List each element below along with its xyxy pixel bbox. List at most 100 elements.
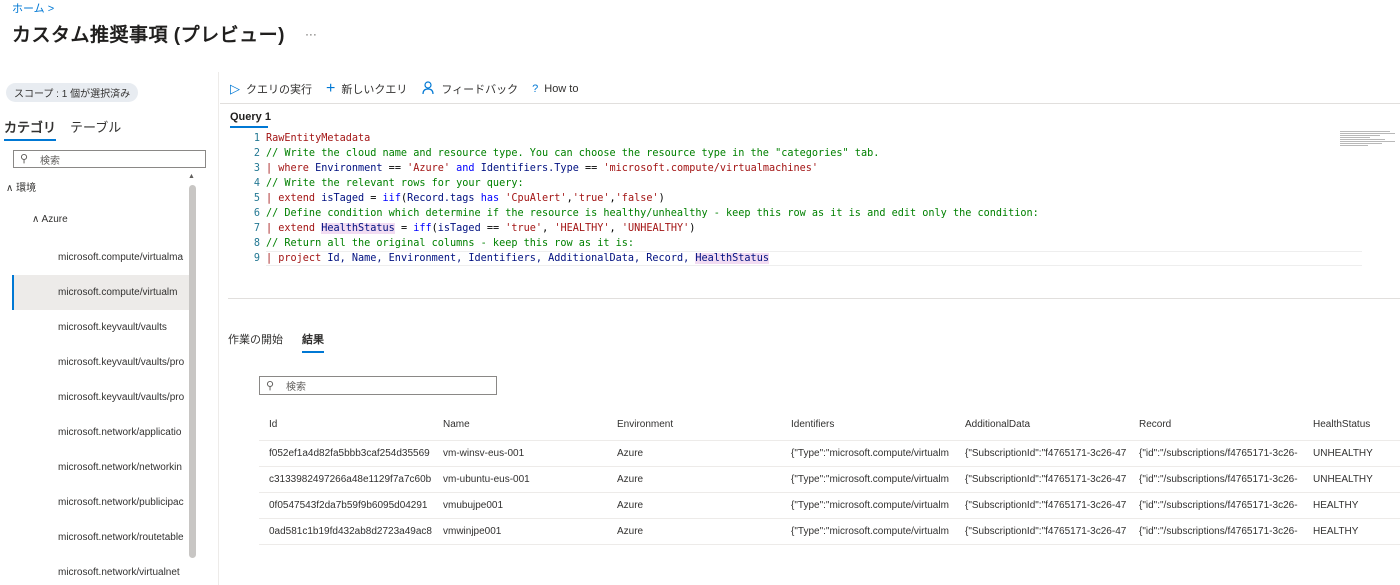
page-title: カスタム推奨事項 (プレビュー)	[12, 25, 285, 46]
column-header-environment[interactable]: Environment	[607, 410, 781, 440]
tab-categories[interactable]: カテゴリ	[4, 117, 57, 141]
code-line[interactable]: 3 | where Environment == 'Azure' and Iden…	[228, 161, 818, 176]
tree-item-resource-type[interactable]: microsoft.compute/virtualm	[12, 275, 189, 310]
tab-query-1[interactable]: Query 1	[230, 111, 271, 123]
new-query-label: 新しいクエリ	[341, 84, 408, 96]
cell-healthstatus: HEALTHY	[1303, 518, 1400, 545]
line-number: 8	[253, 238, 260, 249]
table-row[interactable]: 0f0547543f2da7b59f9b6095d04291 vmubujpe00…	[259, 492, 1400, 519]
code-line[interactable]: 7 | extend HealthStatus = iff(isTaged == …	[228, 221, 695, 236]
code-token: =	[364, 193, 383, 204]
cell-identifiers: {"Type":"microsoft.compute/virtualm	[781, 439, 955, 467]
scrollbar-thumb[interactable]	[189, 185, 196, 558]
tree-node-environment[interactable]: ∧ 環境	[6, 179, 36, 194]
search-placeholder: 検索	[286, 382, 306, 393]
scroll-up-icon[interactable]: ▲	[188, 173, 195, 180]
howto-label: How to	[544, 83, 579, 95]
cell-healthstatus: UNHEALTHY	[1303, 466, 1400, 493]
editor-divider[interactable]	[228, 298, 1400, 299]
code-token: Identifiers.Type	[480, 163, 579, 174]
panel-divider[interactable]	[218, 72, 219, 585]
tab-getting-started[interactable]: 作業の開始	[228, 331, 283, 353]
cell-name: vmubujpe001	[433, 492, 607, 519]
new-query-button[interactable]: + 新しいクエリ	[326, 80, 407, 98]
code-line[interactable]: 5 | extend isTaged = iif(Record.tags has …	[228, 191, 665, 206]
breadcrumb[interactable]: ホーム >	[12, 0, 54, 16]
tree-item-resource-type[interactable]: microsoft.compute/virtualma	[0, 240, 189, 275]
code-token: 'HEALTHY'	[554, 223, 610, 234]
feedback-label: フィードバック	[441, 84, 519, 96]
column-header-additionaldata[interactable]: AdditionalData	[955, 410, 1129, 440]
code-token: 'false'	[615, 193, 659, 204]
line-number: 1	[253, 133, 260, 144]
tree-item-resource-type[interactable]: microsoft.keyvault/vaults/pro	[0, 380, 189, 415]
tree-item-resource-type[interactable]: microsoft.network/routetable	[0, 520, 189, 555]
code-line[interactable]: 2 // Write the cloud name and resource ty…	[228, 146, 879, 161]
code-token: iff	[413, 223, 432, 234]
code-line[interactable]: 6 // Define condition which determine if …	[228, 206, 1039, 221]
table-row[interactable]: 0ad581c1b19fd432ab8d2723a49ac8 vmwinjpe00…	[259, 518, 1400, 545]
cell-id: 0f0547543f2da7b59f9b6095d04291	[259, 492, 433, 519]
cell-healthstatus: HEALTHY	[1303, 492, 1400, 519]
feedback-icon	[421, 80, 435, 98]
code-token: Id, Name, Environment, Identifiers, Addi…	[327, 253, 696, 264]
play-icon: ▷	[230, 81, 240, 96]
run-query-label: クエリの実行	[246, 84, 312, 96]
run-query-button[interactable]: ▷ クエリの実行	[230, 81, 312, 97]
code-token: | where	[266, 163, 316, 174]
category-search-input[interactable]: ⚲ 検索	[13, 150, 206, 168]
code-token: ==	[578, 163, 604, 174]
code-token: 'CpuAlert'	[505, 193, 567, 204]
column-header-identifiers[interactable]: Identifiers	[781, 410, 955, 440]
howto-button[interactable]: ? How to	[532, 83, 578, 95]
cell-identifiers: {"Type":"microsoft.compute/virtualm	[781, 492, 955, 519]
table-row[interactable]: c3133982497266a48e1129f7a7c60b vm-ubuntu-…	[259, 466, 1400, 493]
code-token: // Define condition which determine if t…	[266, 208, 1039, 219]
tab-results[interactable]: 結果	[302, 331, 324, 353]
query-toolbar: ▷ クエリの実行 + 新しいクエリ フィードバック ? How to	[230, 80, 579, 98]
code-token: | extend	[266, 223, 322, 234]
column-header-healthstatus[interactable]: HealthStatus	[1303, 410, 1400, 440]
line-number: 2	[253, 148, 260, 159]
plus-icon: +	[326, 80, 336, 97]
code-token: )	[658, 193, 665, 204]
code-token: 'true'	[572, 193, 610, 204]
more-options-button[interactable]: ···	[305, 27, 317, 41]
code-token: Environment	[315, 163, 383, 174]
code-token: | extend	[266, 193, 322, 204]
table-row[interactable]: f052ef1a4d82fa5bbb3caf254d35569 vm-winsv-…	[259, 439, 1400, 467]
tab-tables[interactable]: テーブル	[70, 117, 121, 141]
results-table: Id Name Environment Identifiers Addition…	[259, 410, 1400, 545]
scope-badge[interactable]: スコープ : 1 個が選択済み	[6, 83, 139, 102]
code-line[interactable]: 4 // Write the relevant rows for your que…	[228, 176, 524, 191]
tree-item-resource-type[interactable]: microsoft.keyvault/vaults/pro	[0, 345, 189, 380]
column-header-id[interactable]: Id	[259, 410, 433, 440]
column-header-name[interactable]: Name	[433, 410, 607, 440]
editor-minimap[interactable]	[1340, 131, 1395, 147]
resource-type-list: microsoft.compute/virtualma microsoft.com…	[0, 240, 205, 585]
cell-id: f052ef1a4d82fa5bbb3caf254d35569	[259, 439, 433, 467]
query-editor[interactable]: 1 RawEntityMetadata 2 // Write the cloud na…	[228, 131, 1400, 298]
code-token: 'UNHEALTHY'	[621, 223, 690, 234]
active-tab-indicator	[230, 126, 268, 128]
cell-name: vm-winsv-eus-001	[433, 439, 607, 467]
cell-healthstatus: UNHEALTHY	[1303, 439, 1400, 467]
tree-item-resource-type[interactable]: microsoft.network/publicipac	[0, 485, 189, 520]
tree-item-resource-type[interactable]: microsoft.keyvault/vaults	[0, 310, 189, 345]
feedback-button[interactable]: フィードバック	[421, 80, 519, 98]
cell-environment: Azure	[607, 518, 781, 545]
toolbar-divider	[220, 103, 1400, 104]
tree-item-resource-type[interactable]: microsoft.network/applicatio	[0, 415, 189, 450]
code-line[interactable]: 9 | project Id, Name, Environment, Identi…	[228, 251, 769, 266]
column-header-record[interactable]: Record	[1129, 410, 1303, 440]
cell-additionaldata: {"SubscriptionId":"f4765171-3c26-47	[955, 466, 1129, 493]
code-line[interactable]: 8 // Return all the original columns - ke…	[228, 236, 634, 251]
tree-item-resource-type[interactable]: microsoft.network/networkin	[0, 450, 189, 485]
code-token: ==	[382, 163, 408, 174]
code-line[interactable]: 1 RawEntityMetadata	[228, 131, 370, 146]
tree-node-azure[interactable]: ∧ Azure	[32, 214, 68, 225]
tree-item-resource-type[interactable]: microsoft.network/virtualnet	[0, 555, 189, 585]
results-search-input[interactable]: ⚲ 検索	[259, 376, 497, 395]
cell-environment: Azure	[607, 492, 781, 519]
cell-id: c3133982497266a48e1129f7a7c60b	[259, 466, 433, 493]
